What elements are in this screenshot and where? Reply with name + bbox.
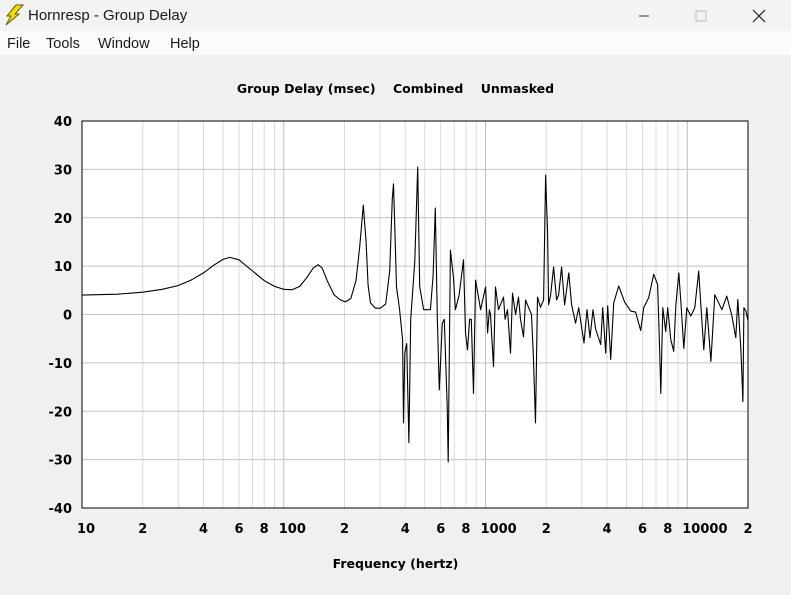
x-tick-label: 10	[77, 522, 95, 537]
y-tick-label: 20	[54, 212, 72, 227]
x-tick-label: 4	[401, 522, 410, 537]
x-tick-label: 10000	[682, 522, 727, 537]
y-tick-label: 30	[54, 163, 72, 178]
group-delay-chart: 403020100-10-20-30-4010 2 4 6 8 100 2 4 6 8 1000 2 4…	[49, 115, 753, 537]
y-tick-label: 10	[54, 260, 72, 275]
x-tick-label: 2	[138, 522, 147, 537]
x-tick-label: 100	[279, 522, 306, 537]
x-tick-label: 8	[663, 522, 672, 537]
y-tick-label: -40	[49, 502, 73, 517]
x-tick-label: 4	[602, 522, 611, 537]
x-tick-label: 2	[743, 522, 752, 537]
y-tick-label: 40	[54, 115, 72, 130]
x-tick-label: 1000	[481, 522, 517, 537]
y-tick-label: -30	[49, 454, 73, 469]
y-tick-label: 0	[63, 309, 72, 324]
x-tick-label: 6	[638, 522, 647, 537]
y-tick-label: -20	[49, 405, 73, 420]
x-tick-label: 8	[461, 522, 470, 537]
x-tick-label: 4	[199, 522, 208, 537]
x-axis-label: Frequency (hertz)	[332, 556, 459, 571]
x-tick-label: 6	[234, 522, 243, 537]
x-tick-label: 2	[542, 522, 551, 537]
y-tick-label: -10	[49, 357, 73, 372]
x-tick-label: 6	[436, 522, 445, 537]
x-tick-label: 2	[340, 522, 349, 537]
x-tick-label: 8	[260, 522, 269, 537]
